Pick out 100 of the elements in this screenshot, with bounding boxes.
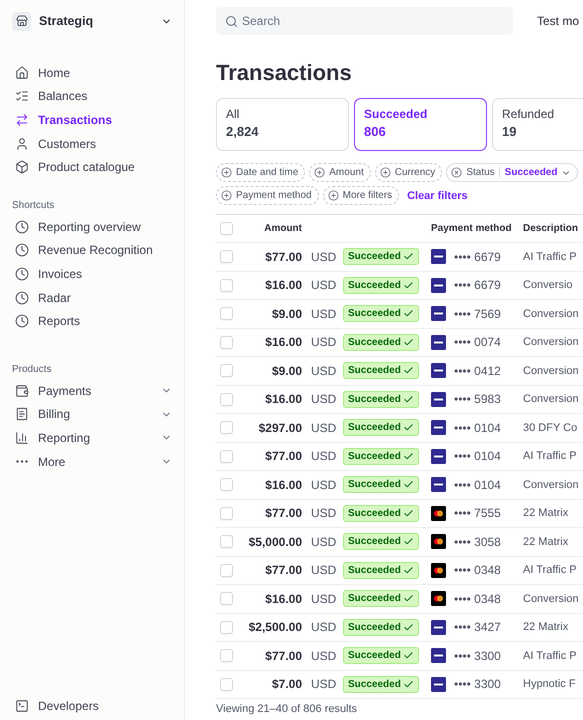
card-icon — [431, 676, 446, 692]
section-title: Products — [12, 364, 52, 375]
checkbox[interactable] — [220, 307, 233, 320]
filter-chip[interactable]: Amount — [309, 163, 371, 182]
amount-cell-text: $77.00 — [264, 449, 302, 464]
nav-item[interactable]: Home — [12, 61, 172, 85]
clear-filters-link[interactable]: Clear filters — [407, 190, 468, 202]
checkbox[interactable] — [220, 222, 233, 235]
description-cell-text: AI Traffic P — [522, 650, 578, 662]
filter-chip[interactable]: Status Succeeded — [446, 163, 578, 182]
nav-item[interactable]: More — [12, 450, 172, 474]
nav-item[interactable]: Invoices — [12, 262, 172, 286]
status-text: Succeeded — [348, 593, 401, 604]
status-text: Succeeded — [348, 479, 401, 490]
card-number: •••• 0348 — [454, 592, 501, 606]
amount-cell-text: $16.00 — [264, 392, 302, 406]
card-number: •••• 0348 — [454, 563, 501, 578]
checkbox[interactable] — [220, 450, 233, 463]
currency-cell-text: USD — [310, 420, 338, 435]
nav-item[interactable]: Reporting — [12, 426, 172, 450]
filter-chip[interactable]: Currency — [374, 163, 442, 182]
card-number: •••• 3300 — [454, 648, 501, 663]
currency-cell-text: USD — [310, 306, 338, 321]
plus-circle-icon — [380, 167, 391, 178]
description-cell-text: AI Traffic P — [522, 564, 578, 576]
nav-item[interactable]: Customers — [12, 132, 172, 156]
check-icon — [402, 450, 414, 462]
checkbox[interactable] — [220, 649, 233, 662]
card-icon — [431, 334, 446, 350]
filter-chip[interactable]: Payment method — [216, 186, 319, 205]
description-cell-text: Conversion — [522, 592, 580, 605]
description-cell-text: AI Traffic P — [522, 250, 578, 263]
amount-cell-text: $77.00 — [264, 563, 302, 578]
nav-item[interactable]: Radar — [12, 286, 172, 310]
checkbox[interactable] — [220, 278, 233, 292]
status-text: Succeeded — [348, 422, 401, 434]
clock-icon — [15, 220, 29, 234]
description-cell-text: Conversion — [522, 364, 580, 377]
page-title: Transactions — [216, 60, 353, 86]
checkbox[interactable] — [220, 392, 233, 406]
currency-cell-text: USD — [310, 620, 338, 634]
description-cell-text: 22 Matrix — [522, 536, 570, 548]
card-icon — [431, 477, 446, 492]
nav-item[interactable]: Transactions — [12, 108, 172, 132]
currency-cell-text: USD — [310, 392, 338, 406]
plus-circle-icon — [221, 167, 232, 178]
ellipsis-icon — [16, 460, 28, 464]
receipt-icon — [15, 407, 29, 422]
card-icon — [431, 591, 446, 606]
checkbox[interactable] — [220, 535, 233, 548]
card-icon — [431, 648, 446, 664]
check-icon — [402, 336, 414, 348]
nav-item[interactable]: Product catalogue — [12, 155, 172, 179]
clock-icon — [15, 290, 29, 305]
status-tab[interactable]: Succeeded 806 — [354, 98, 487, 151]
box-icon — [15, 160, 29, 174]
checkbox[interactable] — [220, 336, 233, 349]
clock-icon — [15, 314, 29, 328]
filter-chip[interactable]: More filters — [322, 186, 400, 205]
checkbox[interactable] — [220, 620, 233, 634]
card-number: •••• 6679 — [454, 278, 501, 292]
nav-item[interactable]: Reports — [12, 309, 172, 333]
nav-item[interactable]: Reporting overview — [12, 214, 172, 239]
description-cell-text: AI Traffic P — [522, 450, 578, 462]
list-icon — [15, 89, 29, 104]
status-text: Succeeded — [348, 622, 401, 633]
nav-item[interactable]: Developers — [12, 694, 172, 718]
column-header: Amount — [263, 223, 302, 234]
status-tab[interactable]: Refunded 19 — [492, 98, 583, 151]
card-icon — [431, 506, 446, 521]
brand-name: Strategiq — [39, 14, 94, 28]
currency-cell-text: USD — [310, 478, 338, 492]
checkbox[interactable] — [220, 478, 233, 492]
checkbox[interactable] — [220, 421, 233, 434]
status-tab[interactable]: All 2,824 — [216, 98, 349, 151]
checkbox[interactable] — [220, 506, 233, 520]
currency-cell-text: USD — [310, 278, 338, 292]
filter-chip[interactable]: Date and time — [216, 163, 306, 182]
currency-cell-text: USD — [310, 506, 338, 520]
amount-cell-text: $297.00 — [258, 420, 302, 435]
nav-item[interactable]: Billing — [12, 402, 172, 426]
card-number: •••• 7569 — [454, 306, 501, 321]
currency-cell-text: USD — [310, 250, 338, 264]
clock-icon — [15, 266, 29, 281]
check-icon — [402, 564, 414, 576]
card-number: •••• 5983 — [454, 392, 501, 406]
checkbox[interactable] — [220, 364, 233, 378]
checkbox[interactable] — [220, 592, 233, 606]
nav-item[interactable]: Revenue Recognition — [12, 238, 172, 262]
description-cell-text: Conversion — [522, 336, 580, 348]
card-icon — [431, 363, 446, 378]
checkbox[interactable] — [220, 564, 233, 577]
nav-item[interactable]: Balances — [12, 84, 172, 108]
search-field[interactable]: Search — [216, 7, 513, 35]
checkbox[interactable] — [220, 678, 233, 691]
checkbox[interactable] — [220, 250, 233, 264]
plus-circle-icon — [328, 190, 339, 201]
home-icon — [15, 66, 29, 80]
amount-cell-text: $5,000.00 — [248, 534, 302, 549]
nav-item[interactable]: Payments — [12, 378, 172, 403]
